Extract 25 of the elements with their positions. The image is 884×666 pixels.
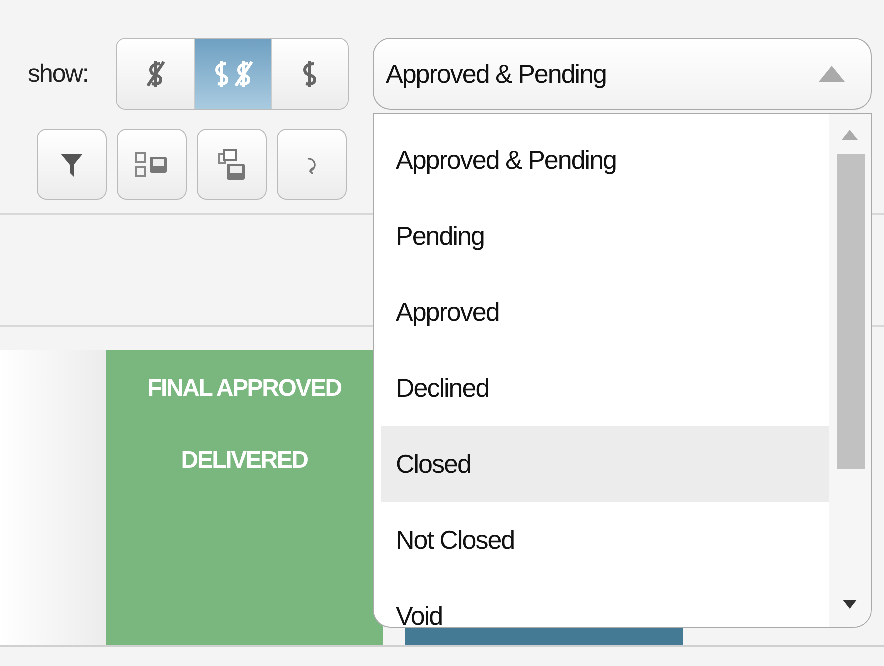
dropdown-option[interactable]: Closed: [381, 426, 829, 502]
tool-button[interactable]: [37, 129, 107, 200]
scroll-down-icon: [843, 600, 857, 609]
toggle-button[interactable]: [271, 39, 348, 109]
toggle-button[interactable]: [117, 39, 194, 109]
toggle-button[interactable]: [194, 39, 271, 109]
scroll-up-icon: [842, 130, 858, 140]
caret-icon: [819, 66, 845, 82]
grouped-cards-icon: [135, 150, 169, 178]
show-label: show:: [28, 60, 90, 88]
dropdown-option[interactable]: Not Closed: [381, 502, 829, 578]
card-text: FINAL APPROVED: [148, 375, 342, 403]
stacked-windows-icon: [217, 148, 247, 182]
dropdown-option[interactable]: Approved & Pending: [381, 122, 829, 198]
dropdown-option[interactable]: Void: [381, 578, 829, 627]
tool-button[interactable]: [197, 129, 267, 200]
dropdown-option[interactable]: Declined: [381, 350, 829, 426]
scrollbar-thumb[interactable]: [837, 154, 865, 469]
filter-icon: [60, 152, 84, 178]
card-text: DELIVERED: [181, 447, 308, 475]
scrollbar[interactable]: [829, 114, 871, 627]
dropdown-option[interactable]: Approved: [381, 274, 829, 350]
tool-button[interactable]: [117, 129, 187, 200]
dropdown-option[interactable]: Pending: [381, 198, 829, 274]
status-select[interactable]: Approved & Pending: [373, 38, 872, 110]
